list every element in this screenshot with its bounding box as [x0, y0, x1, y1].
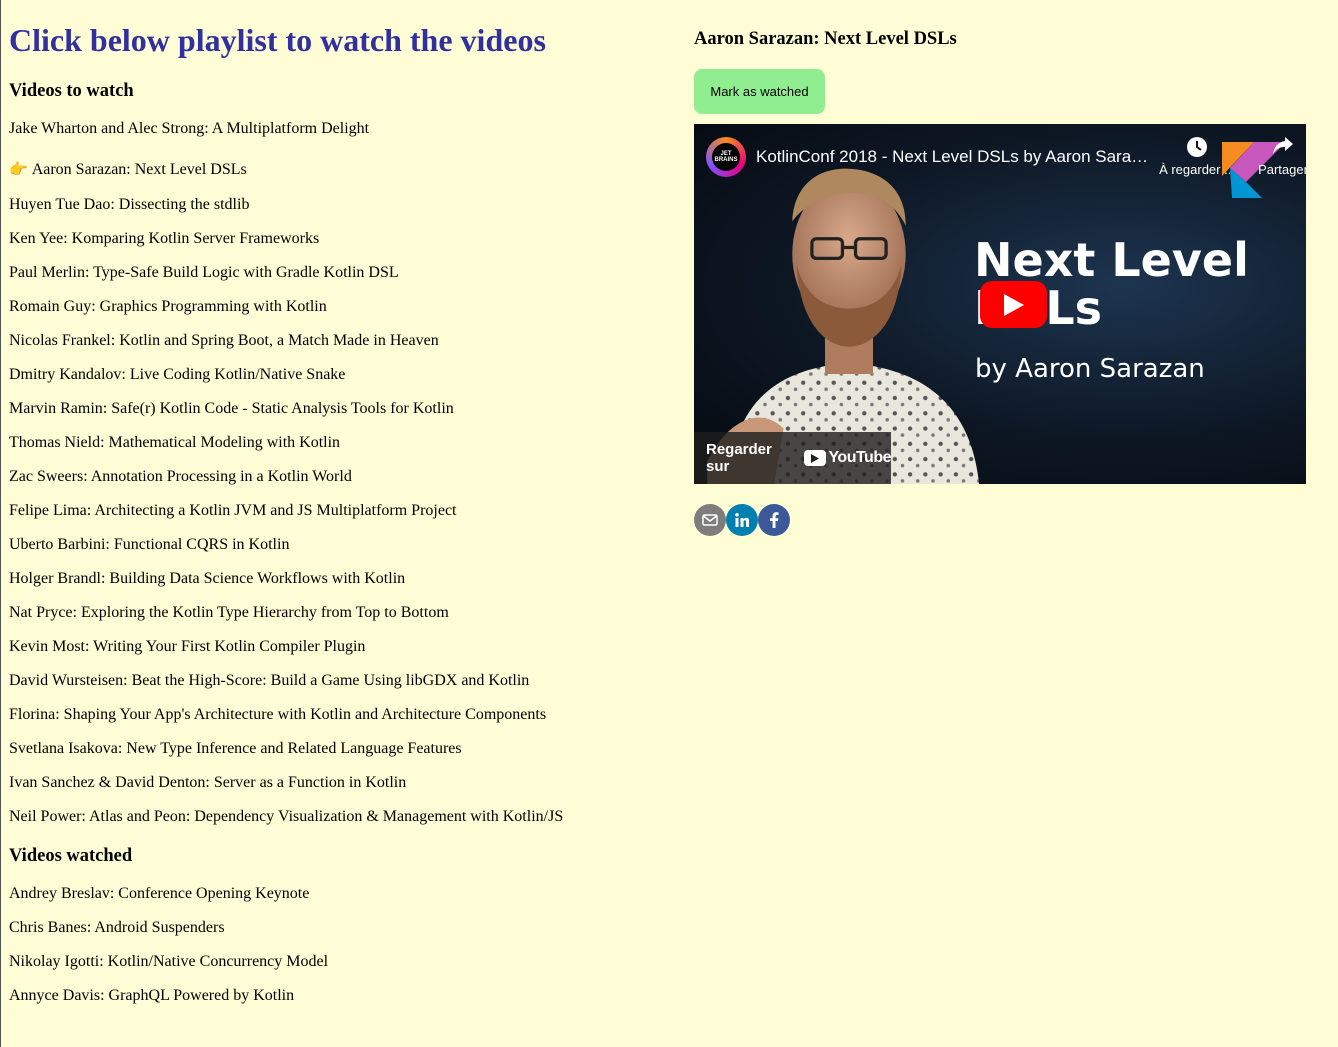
list-item-label: Zac Sweers: Annotation Processing in a K…: [9, 468, 352, 485]
youtube-player[interactable]: JET BRAINS KotlinConf 2018 - Next Level …: [694, 124, 1306, 484]
list-item-label: Thomas Nield: Mathematical Modeling with…: [9, 434, 341, 451]
list-item[interactable]: Uberto Barbini: Functional CQRS in Kotli…: [9, 535, 289, 555]
youtube-logo: YouTube: [804, 449, 891, 467]
list-item-label: Jake Wharton and Alec Strong: A Multipla…: [9, 120, 370, 137]
list-item-label: Ivan Sanchez & David Denton: Server as a…: [9, 774, 407, 791]
list-item-label: Aaron Sarazan: Next Level DSLs: [31, 161, 247, 178]
list-item-label: Uberto Barbini: Functional CQRS in Kotli…: [9, 536, 290, 553]
share-label: Partager: [1258, 162, 1306, 177]
list-item-label: Holger Brandl: Building Data Science Wor…: [9, 570, 406, 587]
list-item-current[interactable]: 👉 Aaron Sarazan: Next Level DSLs: [9, 159, 247, 180]
list-item-watched[interactable]: Andrey Breslav: Conference Opening Keyno…: [9, 884, 309, 904]
facebook-share-icon[interactable]: [758, 504, 790, 536]
list-item[interactable]: Dmitry Kandalov: Live Coding Kotlin/Nati…: [9, 365, 345, 385]
list-item[interactable]: Ken Yee: Komparing Kotlin Server Framewo…: [9, 229, 319, 249]
share-arrow-icon: [1250, 136, 1306, 162]
list-item-label: Annyce Davis: GraphQL Powered by Kotlin: [9, 987, 295, 1004]
list-item[interactable]: Svetlana Isakova: New Type Inference and…: [9, 739, 462, 759]
list-item-label: Nat Pryce: Exploring the Kotlin Type Hie…: [9, 604, 449, 621]
list-item-label: Chris Banes: Android Suspenders: [9, 919, 225, 936]
share-buttons: [694, 504, 790, 536]
list-item-watched[interactable]: Annyce Davis: GraphQL Powered by Kotlin: [9, 986, 294, 1006]
mark-as-watched-button[interactable]: Mark as watched: [694, 69, 825, 114]
list-item-watched[interactable]: Chris Banes: Android Suspenders: [9, 918, 225, 938]
linkedin-share-icon[interactable]: [726, 504, 758, 536]
list-item[interactable]: Thomas Nield: Mathematical Modeling with…: [9, 433, 340, 453]
play-button[interactable]: [980, 281, 1047, 328]
thumbnail-byline: by Aaron Sarazan: [975, 354, 1205, 384]
list-item-label: Romain Guy: Graphics Programming with Ko…: [9, 298, 327, 315]
list-item-label: Felipe Lima: Architecting a Kotlin JVM a…: [9, 502, 457, 519]
list-item-label: Paul Merlin: Type-Safe Build Logic with …: [9, 264, 399, 281]
list-item[interactable]: Neil Power: Atlas and Peon: Dependency V…: [9, 807, 563, 827]
list-item[interactable]: Holger Brandl: Building Data Science Wor…: [9, 569, 405, 589]
list-item[interactable]: Marvin Ramin: Safe(r) Kotlin Code - Stat…: [9, 399, 454, 419]
list-item-label: Marvin Ramin: Safe(r) Kotlin Code - Stat…: [9, 400, 454, 417]
list-item-label: Svetlana Isakova: New Type Inference and…: [9, 740, 462, 757]
watched-heading: Videos watched: [9, 846, 133, 866]
list-item-label: Andrey Breslav: Conference Opening Keyno…: [9, 885, 310, 902]
list-item-label: Kevin Most: Writing Your First Kotlin Co…: [9, 638, 366, 655]
list-item-label: David Wursteisen: Beat the High-Score: B…: [9, 672, 530, 689]
list-item[interactable]: Nicolas Frankel: Kotlin and Spring Boot,…: [9, 331, 439, 351]
page-title: Click below playlist to watch the videos: [9, 22, 546, 58]
list-item[interactable]: Kevin Most: Writing Your First Kotlin Co…: [9, 637, 365, 657]
list-item-label: Nicolas Frankel: Kotlin and Spring Boot,…: [9, 332, 439, 349]
current-video-title: Aaron Sarazan: Next Level DSLs: [694, 29, 957, 49]
youtube-play-mini-icon: [804, 450, 827, 466]
list-item[interactable]: Florina: Shaping Your App's Architecture…: [9, 705, 546, 725]
email-share-icon[interactable]: [694, 504, 726, 536]
list-item[interactable]: Huyen Tue Dao: Dissecting the stdlib: [9, 195, 249, 215]
playlist-panel: Click below playlist to watch the videos…: [9, 0, 659, 1004]
watch-on-label: Regarder sur: [706, 441, 772, 475]
youtube-video-title[interactable]: KotlinConf 2018 - Next Level DSLs by Aar…: [756, 147, 1151, 167]
list-item-watched[interactable]: Nikolay Igotti: Kotlin/Native Concurrenc…: [9, 952, 328, 972]
play-icon: [1003, 293, 1024, 316]
list-item[interactable]: Felipe Lima: Architecting a Kotlin JVM a…: [9, 501, 457, 521]
list-item[interactable]: Romain Guy: Graphics Programming with Ko…: [9, 297, 327, 317]
youtube-wordmark: YouTube: [828, 449, 891, 466]
list-item-label: Dmitry Kandalov: Live Coding Kotlin/Nati…: [9, 366, 346, 383]
list-item[interactable]: Nat Pryce: Exploring the Kotlin Type Hie…: [9, 603, 449, 623]
share-video-button[interactable]: Partager: [1250, 136, 1306, 177]
list-item-label: Ken Yee: Komparing Kotlin Server Framewo…: [9, 230, 320, 247]
list-item-label: Neil Power: Atlas and Peon: Dependency V…: [9, 808, 564, 825]
list-item-label: Huyen Tue Dao: Dissecting the stdlib: [9, 196, 250, 213]
pointing-hand-icon: 👉: [9, 160, 28, 178]
list-item[interactable]: David Wursteisen: Beat the High-Score: B…: [9, 671, 529, 691]
to-watch-heading: Videos to watch: [9, 81, 134, 101]
jetbrains-logo[interactable]: JET BRAINS: [706, 137, 746, 177]
list-item[interactable]: Zac Sweers: Annotation Processing in a K…: [9, 467, 352, 487]
list-item[interactable]: Jake Wharton and Alec Strong: A Multipla…: [9, 119, 369, 139]
jetbrains-logo-text: JET BRAINS: [712, 143, 740, 171]
list-item[interactable]: Ivan Sanchez & David Denton: Server as a…: [9, 773, 406, 793]
list-item[interactable]: Paul Merlin: Type-Safe Build Logic with …: [9, 263, 399, 283]
list-item-label: Nikolay Igotti: Kotlin/Native Concurrenc…: [9, 953, 329, 970]
thumbnail-title-line1: Next Level: [974, 233, 1249, 287]
list-item-label: Florina: Shaping Your App's Architecture…: [9, 706, 547, 723]
watch-on-youtube-button[interactable]: Regarder sur YouTube: [694, 432, 891, 484]
